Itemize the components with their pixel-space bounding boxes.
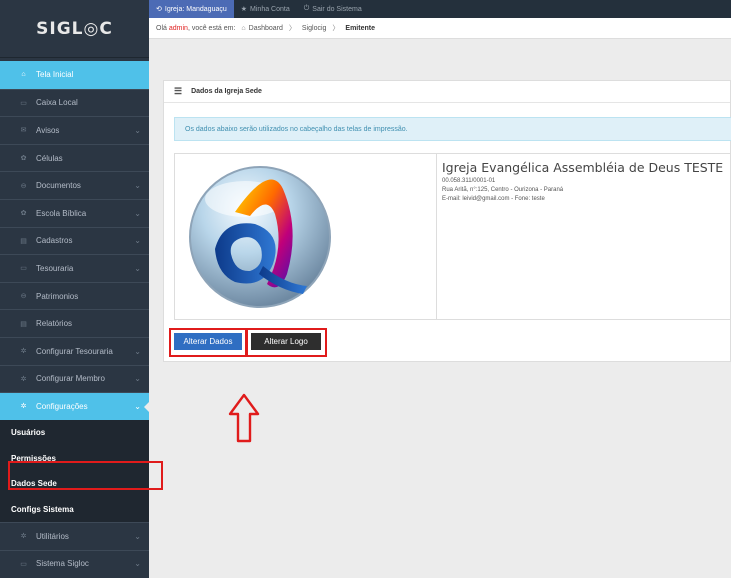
sidebar-subitem-usuarios[interactable]: Usuários	[0, 419, 149, 446]
chevron-down-icon: ⌄	[134, 531, 141, 541]
logo-text: SIGL◎C	[36, 18, 113, 39]
sidebar-item-label: Configurar Tesouraria	[36, 346, 113, 356]
chevron-down-icon: ⌄	[134, 263, 141, 273]
chevron-right-icon: 〉	[288, 25, 296, 32]
panel-header: ☰ Dados da Igreja Sede	[164, 81, 730, 103]
sidebar-item-label: Células	[36, 153, 63, 163]
chevron-down-icon: ⌄	[134, 374, 141, 384]
cash-icon: ▭	[20, 99, 27, 107]
sidebar-item-label: Patrimonios	[36, 291, 79, 301]
home-icon: ⌂	[241, 24, 246, 32]
star-icon: ★	[240, 6, 248, 13]
topbar-sair[interactable]: ⏻ Sair do Sistema	[297, 0, 369, 18]
top-bar: ⟲ Igreja: Mandaguaçu ★ Minha Conta ⏻ Sai…	[149, 0, 731, 18]
breadcrumb-current: Emitente	[345, 24, 375, 32]
power-icon: ⏻	[303, 5, 310, 12]
sidebar-subitem-configs-sistema[interactable]: Configs Sistema	[0, 496, 149, 523]
gear-icon: ✲	[20, 533, 27, 541]
sidebar-item-celulas[interactable]: ✿ Células	[0, 143, 149, 172]
document-icon: ⊖	[20, 293, 27, 301]
topbar-minha-conta[interactable]: ★ Minha Conta	[234, 0, 297, 18]
church-address: Rua Aritã, n°:125, Centro - Ourizona - P…	[442, 187, 564, 193]
location-text: , você está em:	[187, 24, 236, 32]
church-info: Igreja Evangélica Assembléia de Deus TES…	[442, 160, 723, 202]
sidebar-item-label: Cadastros	[36, 236, 73, 246]
church-logo	[175, 154, 437, 319]
church-cnpj: 00.058.311/0001-01	[442, 178, 496, 184]
gear-icon: ✲	[20, 348, 27, 356]
chevron-down-icon: ⌄	[134, 181, 141, 191]
sidebar-item-label: Escola Bíblica	[36, 208, 87, 218]
sidebar-item-documentos[interactable]: ⊖ Documentos ⌄	[0, 171, 149, 199]
app: SIGL◎C ⌂ Tela Inicial ▭ Caixa Local ✉ Av…	[0, 0, 731, 578]
highlight-box	[8, 461, 163, 490]
sidebar-item-patrimonios[interactable]: ⊖ Patrimonios	[0, 281, 149, 310]
list-icon: ▤	[20, 320, 27, 328]
cash-icon: ▭	[20, 560, 27, 568]
sidebar-item-avisos[interactable]: ✉ Avisos ⌄	[0, 116, 149, 144]
info-alert: Os dados abaixo serão utilizados no cabe…	[174, 117, 731, 141]
sidebar-item-label: Caixa Local	[36, 98, 78, 108]
panel-title: Dados da Igreja Sede	[191, 88, 262, 95]
breadcrumb-siglocig[interactable]: Siglocig	[302, 25, 327, 32]
group-icon: ✿	[20, 210, 27, 218]
sidebar-item-label: Configurar Membro	[36, 374, 105, 384]
sidebar-item-configuracoes[interactable]: ✲ Configurações ⌄	[0, 392, 150, 420]
sidebar-item-cadastros[interactable]: ▤ Cadastros ⌄	[0, 226, 149, 255]
sidebar-item-configurar-tesouraria[interactable]: ✲ Configurar Tesouraria ⌄	[0, 336, 149, 365]
sidebar-item-configurar-membro[interactable]: ✲ Configurar Membro ⌄	[0, 364, 149, 393]
gear-icon: ✲	[20, 375, 27, 383]
refresh-icon: ⟲	[156, 6, 162, 13]
highlight-box	[246, 328, 327, 357]
sidebar-item-label: Sistema Sigloc	[36, 559, 89, 569]
church-logo-image	[189, 166, 331, 308]
document-icon: ⊖	[20, 182, 27, 190]
topbar-igreja[interactable]: ⟲ Igreja: Mandaguaçu	[149, 0, 234, 18]
list-icon: ▤	[20, 237, 27, 245]
church-name: Igreja Evangélica Assembléia de Deus TES…	[442, 160, 724, 175]
greeting-text: Olá	[156, 24, 167, 32]
cash-icon: ▭	[20, 265, 27, 273]
sidebar-item-label: Tesouraria	[36, 263, 74, 273]
user-name[interactable]: admin	[169, 25, 188, 32]
sidebar-item-label: Documentos	[36, 181, 81, 191]
sidebar-item-sistema-sigloc[interactable]: ▭ Sistema Sigloc ⌄	[0, 549, 149, 578]
breadcrumb: Olá admin, você está em: ⌂ Dashboard 〉 S…	[149, 18, 731, 39]
chevron-right-icon: 〉	[332, 25, 340, 32]
gear-icon: ✲	[20, 403, 27, 411]
chevron-down-icon: ⌄	[134, 401, 141, 411]
up-arrow-icon	[228, 393, 260, 443]
sidebar-item-label: Relatórios	[36, 319, 73, 329]
chevron-down-icon: ⌄	[134, 559, 141, 569]
sidebar-item-tesouraria[interactable]: ▭ Tesouraria ⌄	[0, 254, 149, 282]
sidebar: SIGL◎C ⌂ Tela Inicial ▭ Caixa Local ✉ Av…	[0, 0, 150, 578]
envelope-icon: ✉	[20, 127, 27, 135]
topbar-label: Sair do Sistema	[312, 5, 362, 13]
sidebar-item-label: Avisos	[36, 125, 60, 135]
menu-icon: ☰	[174, 86, 183, 96]
active-notch	[144, 401, 150, 414]
breadcrumb-dashboard[interactable]: Dashboard	[249, 25, 283, 32]
church-contact: E-mail: leivid@gmail.com - Fone: teste	[442, 196, 545, 202]
topbar-label: Igreja: Mandaguaçu	[164, 5, 227, 13]
sidebar-item-label: Configurações	[36, 401, 88, 411]
home-icon: ⌂	[21, 71, 26, 79]
group-icon: ✿	[20, 155, 27, 163]
sidebar-item-caixa-local[interactable]: ▭ Caixa Local	[0, 88, 149, 117]
church-card: Igreja Evangélica Assembléia de Deus TES…	[174, 153, 731, 320]
sidebar-item-escola-biblica[interactable]: ✿ Escola Bíblica ⌄	[0, 198, 149, 227]
sidebar-item-relatorios[interactable]: ▤ Relatórios	[0, 309, 149, 337]
chevron-down-icon: ⌄	[134, 236, 141, 246]
sidebar-item-label: Tela Inicial	[36, 70, 74, 80]
church-data-panel: ☰ Dados da Igreja Sede Os dados abaixo s…	[163, 80, 731, 362]
chevron-down-icon: ⌄	[134, 346, 141, 356]
sidebar-item-utilitarios[interactable]: ✲ Utilitários ⌄	[0, 522, 149, 550]
topbar-label: Minha Conta	[250, 5, 290, 13]
highlight-box	[169, 328, 247, 357]
chevron-down-icon: ⌄	[134, 125, 141, 135]
sidebar-item-tela-inicial[interactable]: ⌂ Tela Inicial	[0, 61, 149, 89]
sidebar-item-label: Utilitários	[36, 531, 69, 541]
app-logo[interactable]: SIGL◎C	[0, 0, 149, 58]
chevron-down-icon: ⌄	[134, 208, 141, 218]
